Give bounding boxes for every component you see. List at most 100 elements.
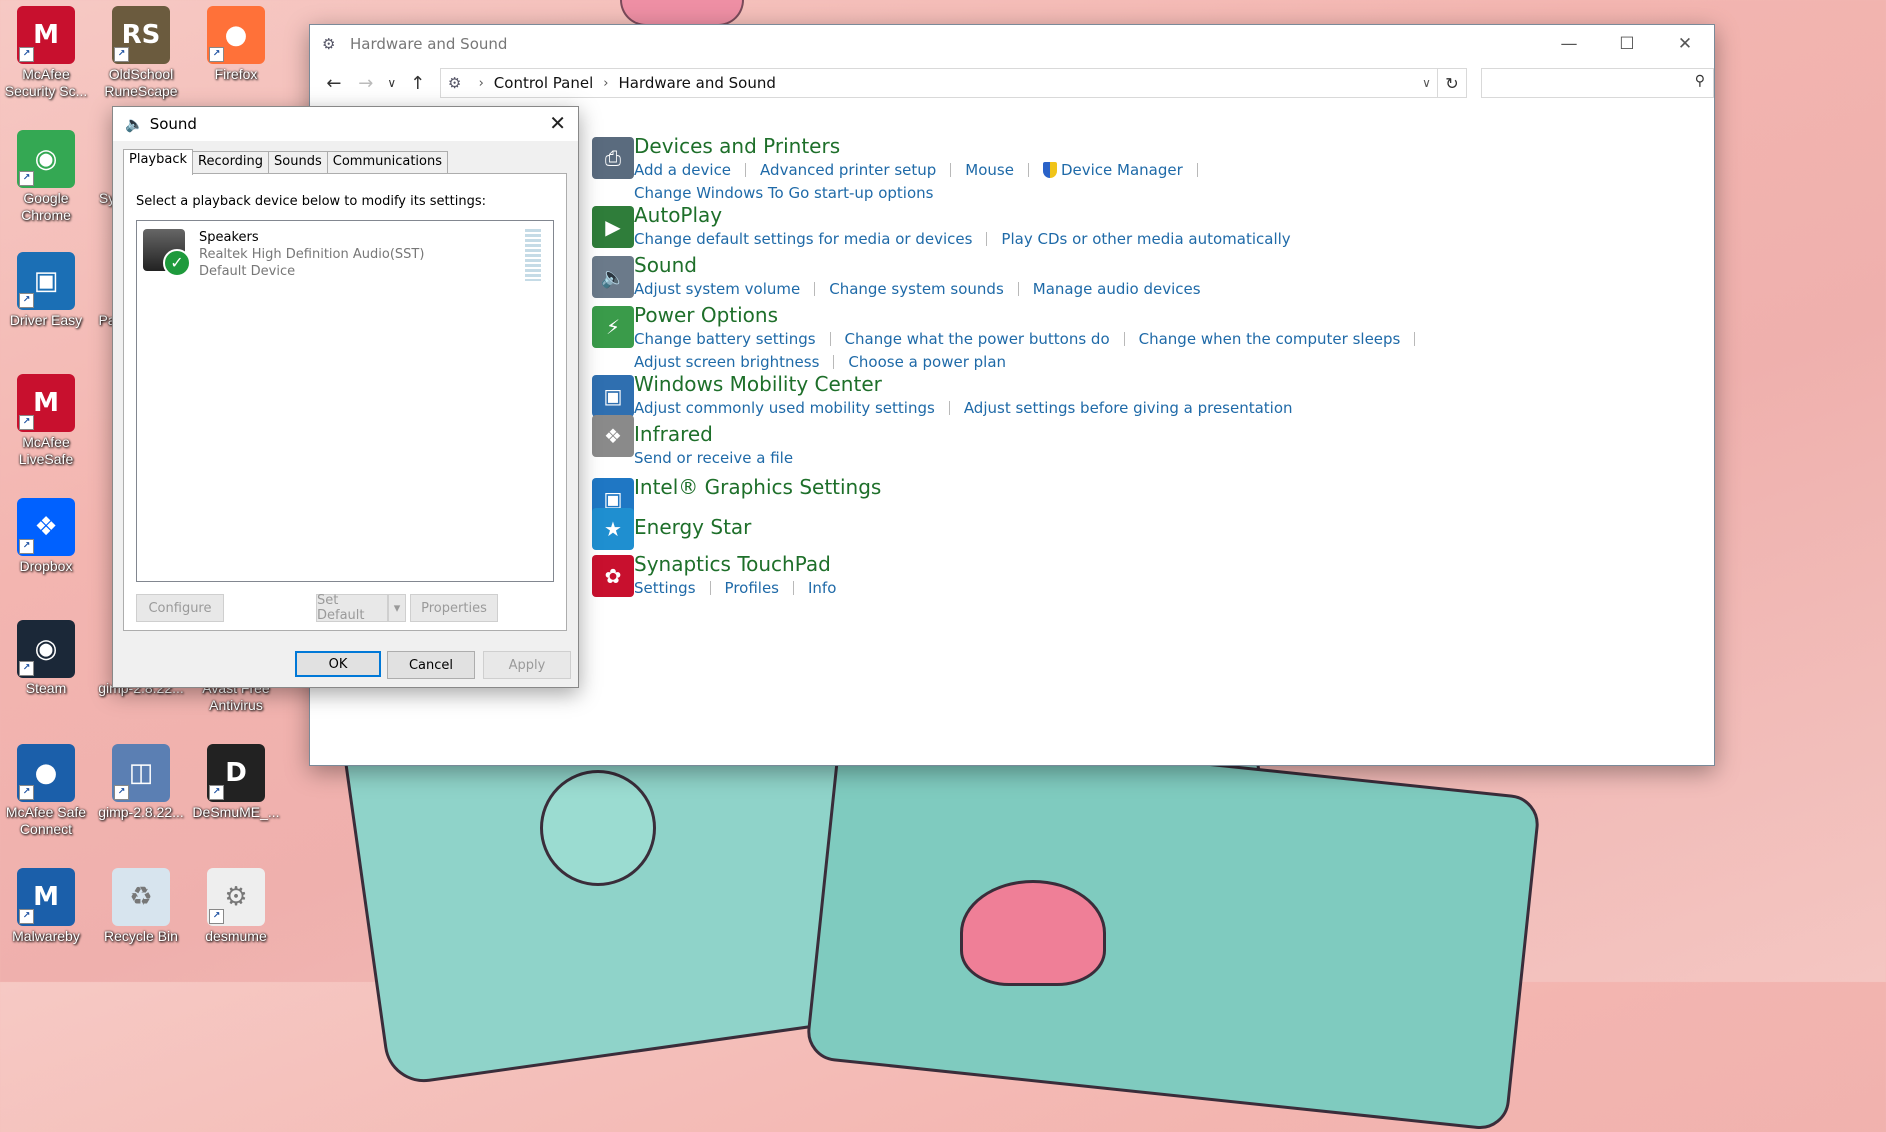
category-link[interactable]: Send or receive a file	[634, 449, 793, 467]
desktop-icon[interactable]: M ↗ McAfee LiveSafe	[0, 374, 92, 468]
title-bar[interactable]: ⚙ Hardware and Sound — ☐ ✕	[310, 25, 1714, 63]
link-separator	[814, 282, 816, 296]
category-windows-mobility-center: ▣ Windows Mobility Center Adjust commonly …	[580, 371, 1734, 420]
minimize-icon[interactable]: —	[1540, 25, 1598, 63]
category-link[interactable]: Mouse	[965, 161, 1014, 179]
category-link[interactable]: Play CDs or other media automatically	[1001, 230, 1290, 248]
desktop-icon[interactable]: ● ↗ Firefox	[190, 6, 282, 83]
desktop-icon[interactable]: ◉ ↗ Google Chrome	[0, 130, 92, 224]
synaptics-icon[interactable]: ✿	[592, 555, 634, 597]
category-link[interactable]: Change Windows To Go start-up options	[634, 184, 933, 202]
device-status: Default Device	[199, 264, 296, 279]
desktop-icon[interactable]: M ↗ Malwareby	[0, 868, 92, 945]
category-link[interactable]: Add a device	[634, 161, 731, 179]
refresh-icon[interactable]: ↻	[1437, 68, 1467, 98]
desktop-icon[interactable]: ▣ ↗ Driver Easy	[0, 252, 92, 329]
set-default-button[interactable]: Set Default	[316, 593, 388, 623]
category-link[interactable]: Profiles	[725, 579, 779, 597]
device-name: Speakers	[199, 230, 259, 245]
desktop-icon[interactable]: RS ↗ OldSchool RuneScape	[95, 6, 187, 100]
desktop-icon-label: OldSchool RuneScape	[104, 66, 178, 99]
category-title[interactable]: Devices and Printers	[634, 133, 1734, 159]
dialog-title-bar[interactable]: 🔈 Sound ✕	[113, 107, 578, 141]
wallpaper-art	[540, 770, 656, 886]
desktop-icon[interactable]: ● ↗ McAfee Safe Connect	[0, 744, 92, 838]
desktop-icon[interactable]: ◫ ↗ gimp-2.8.22...	[95, 744, 187, 821]
category-energy-star: ★ Energy Star	[580, 508, 1734, 550]
up-icon[interactable]: ↑	[402, 73, 434, 94]
shortcut-arrow-icon: ↗	[19, 415, 34, 430]
printer-icon[interactable]: ⎙	[592, 137, 634, 179]
maximize-icon[interactable]: ☐	[1598, 25, 1656, 63]
drivereasy-icon: ▣ ↗	[17, 252, 75, 310]
link-separator	[1027, 163, 1029, 177]
category-link[interactable]: Change what the power buttons do	[845, 330, 1110, 348]
category-title[interactable]: Infrared	[634, 421, 1734, 447]
desktop-icon[interactable]: M ↗ McAfee Security Sc...	[0, 6, 92, 100]
list-item[interactable]: ✓ Speakers Realtek High Definition Audio…	[143, 229, 424, 280]
breadcrumb-separator-icon[interactable]: ›	[603, 76, 608, 91]
category-link[interactable]: Adjust screen brightness	[634, 353, 819, 371]
autoplay-icon[interactable]: ▶	[592, 206, 634, 248]
chevron-down-icon[interactable]: ∨	[1422, 76, 1431, 90]
category-link[interactable]: Manage audio devices	[1033, 280, 1201, 298]
configure-button[interactable]: Configure	[136, 594, 224, 622]
category-title[interactable]: Windows Mobility Center	[634, 371, 1734, 397]
category-title[interactable]: AutoPlay	[634, 202, 1734, 228]
device-list[interactable]: ✓ Speakers Realtek High Definition Audio…	[136, 220, 554, 582]
close-icon[interactable]: ✕	[549, 111, 566, 135]
cancel-button[interactable]: Cancel	[387, 651, 475, 679]
tab-recording[interactable]: Recording	[192, 151, 270, 174]
desktop-icon[interactable]: ◉ ↗ Steam	[0, 620, 92, 697]
search-input[interactable]: ⚲	[1480, 68, 1714, 98]
category-link[interactable]: Change when the computer sleeps	[1139, 330, 1401, 348]
breadcrumb-separator-icon[interactable]: ›	[479, 76, 484, 91]
forward-icon[interactable]: →	[350, 73, 382, 94]
category-link[interactable]: Adjust commonly used mobility settings	[634, 399, 935, 417]
breadcrumb-hardware-and-sound[interactable]: Hardware and Sound	[618, 74, 775, 92]
category-link[interactable]: Device Manager	[1061, 161, 1183, 179]
category-title[interactable]: Sound	[634, 252, 1734, 278]
category-link[interactable]: Settings	[634, 579, 696, 597]
recent-locations-icon[interactable]: ∨	[382, 76, 402, 90]
category-title[interactable]: Intel® Graphics Settings	[634, 474, 1734, 500]
tab-communications[interactable]: Communications	[326, 151, 449, 174]
ok-button[interactable]: OK	[295, 651, 381, 677]
category-link[interactable]: Choose a power plan	[848, 353, 1006, 371]
chevron-down-icon[interactable]: ▾	[388, 594, 406, 622]
breadcrumb-control-panel[interactable]: Control Panel	[494, 74, 593, 92]
category-link[interactable]: Change system sounds	[829, 280, 1004, 298]
back-icon[interactable]: ←	[318, 73, 350, 94]
desktop-icon-label: Firefox	[214, 66, 258, 82]
tab-sounds[interactable]: Sounds	[268, 151, 328, 174]
mobility-icon[interactable]: ▣	[592, 375, 634, 417]
close-icon[interactable]: ✕	[1656, 25, 1714, 63]
power-icon[interactable]: ⚡	[592, 306, 634, 348]
search-icon[interactable]: ⚲	[1695, 73, 1705, 89]
category-link[interactable]: Info	[808, 579, 836, 597]
category-title[interactable]: Synaptics TouchPad	[634, 551, 1734, 577]
desktop-icon[interactable]: ⚙ ↗ desmume	[190, 868, 282, 945]
category-link[interactable]: Advanced printer setup	[760, 161, 936, 179]
infrared-icon[interactable]: ❖	[592, 415, 634, 457]
energy-star-icon[interactable]: ★	[592, 508, 634, 550]
category-title[interactable]: Energy Star	[634, 514, 1734, 540]
properties-button[interactable]: Properties	[410, 594, 498, 622]
apply-button[interactable]: Apply	[483, 651, 571, 679]
shortcut-arrow-icon: ↗	[209, 909, 224, 924]
category-link[interactable]: Change default settings for media or dev…	[634, 230, 972, 248]
shortcut-arrow-icon: ↗	[114, 47, 129, 62]
category-link[interactable]: Adjust system volume	[634, 280, 800, 298]
tab-playback[interactable]: Playback	[123, 149, 194, 175]
desktop-icon[interactable]: ♻ Recycle Bin	[95, 868, 187, 945]
sound-dialog[interactable]: 🔈 Sound ✕ Playback Recording Sounds Comm…	[112, 106, 579, 688]
category-title[interactable]: Power Options	[634, 302, 1734, 328]
category-link[interactable]: Change battery settings	[634, 330, 816, 348]
desktop-icon[interactable]: D ↗ DeSmuME_...	[190, 744, 282, 821]
category-link[interactable]: Adjust settings before giving a presenta…	[964, 399, 1293, 417]
address-bar[interactable]: ⚙ › Control Panel › Hardware and Sound ∨	[439, 68, 1438, 98]
shortcut-arrow-icon: ↗	[19, 785, 34, 800]
desktop-icon[interactable]: ❖ ↗ Dropbox	[0, 498, 92, 575]
link-separator	[1414, 332, 1416, 346]
speaker-icon[interactable]: 🔈	[592, 256, 634, 298]
